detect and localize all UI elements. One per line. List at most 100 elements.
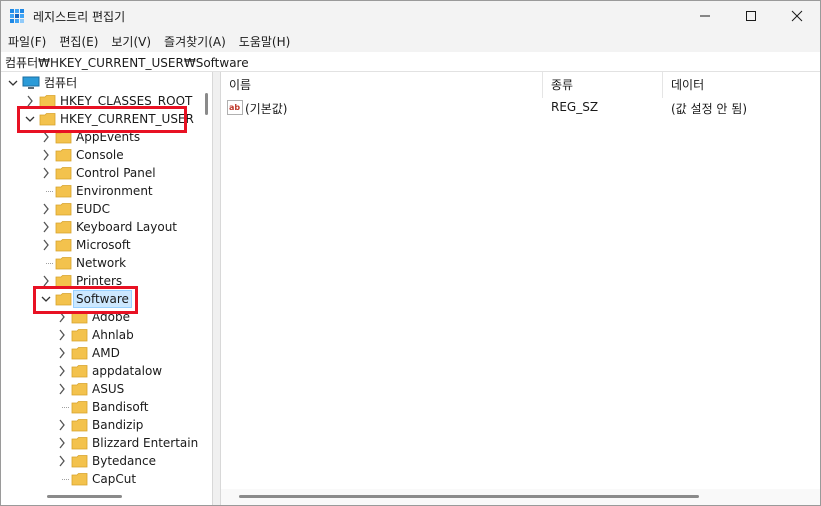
tree-item-computer[interactable]: 컴퓨터: [1, 74, 212, 92]
tree-label: Microsoft: [76, 238, 131, 252]
chevron-right-icon[interactable]: [57, 347, 67, 359]
folder-icon: [55, 203, 72, 216]
highlight-hkey-current-user: [17, 106, 187, 133]
value-type: REG_SZ: [551, 100, 599, 114]
tree-label: Bandisoft: [92, 400, 149, 414]
menu-help[interactable]: 도움말(H): [232, 33, 297, 50]
computer-icon: [22, 76, 40, 89]
registry-editor-app-icon: [10, 9, 24, 23]
chevron-right-icon[interactable]: [41, 221, 51, 233]
tree-item-console[interactable]: Console: [1, 146, 212, 164]
registry-editor-window: 레지스트리 편집기 파일(F) 편집(E) 보기(V) 즐겨찾기(A) 도움말(…: [0, 0, 821, 506]
tree-item-appdatalow[interactable]: appdatalow: [1, 362, 212, 380]
value-name: (기본값): [245, 102, 288, 116]
tree-horizontal-scroll-thumb[interactable]: [47, 495, 122, 498]
column-header-type[interactable]: 종류: [543, 72, 663, 98]
chevron-right-icon[interactable]: [57, 419, 67, 431]
folder-icon: [55, 239, 72, 252]
menu-favorites[interactable]: 즐겨찾기(A): [157, 33, 232, 50]
list-horizontal-scroll-thumb[interactable]: [239, 495, 699, 498]
tree-item-environment[interactable]: Environment: [1, 182, 212, 200]
folder-icon: [55, 149, 72, 162]
tree-label: Console: [76, 148, 124, 162]
folder-icon: [71, 329, 88, 342]
chevron-right-icon[interactable]: [41, 239, 51, 251]
chevron-right-icon[interactable]: [41, 203, 51, 215]
menu-view[interactable]: 보기(V): [104, 33, 157, 50]
menu-bar: 파일(F) 편집(E) 보기(V) 즐겨찾기(A) 도움말(H): [1, 31, 820, 52]
tree-label: Keyboard Layout: [76, 220, 178, 234]
folder-icon: [55, 167, 72, 180]
tree-item-microsoft[interactable]: Microsoft: [1, 236, 212, 254]
chevron-right-icon[interactable]: [57, 455, 67, 467]
tree-item-keyboard-layout[interactable]: Keyboard Layout: [1, 218, 212, 236]
tree-label: ASUS: [92, 382, 125, 396]
tree-item-eudc[interactable]: EUDC: [1, 200, 212, 218]
chevron-right-icon[interactable]: [57, 437, 67, 449]
tree-item-bytedance[interactable]: Bytedance: [1, 452, 212, 470]
tree-item-network[interactable]: Network: [1, 254, 212, 272]
highlight-software: [33, 286, 138, 314]
folder-icon: [55, 257, 72, 270]
menu-file[interactable]: 파일(F): [1, 33, 52, 50]
maximize-button[interactable]: [728, 1, 774, 31]
chevron-right-icon[interactable]: [41, 149, 51, 161]
tree-label: CapCut: [92, 472, 137, 486]
tree-item-bandizip[interactable]: Bandizip: [1, 416, 212, 434]
tree-item-bandisoft[interactable]: Bandisoft: [1, 398, 212, 416]
folder-icon: [71, 347, 88, 360]
tree-label: Blizzard Entertainment: [92, 436, 212, 450]
menu-edit[interactable]: 편집(E): [52, 33, 104, 50]
tree-label: Bytedance: [92, 454, 156, 468]
tree-connector: [62, 407, 69, 408]
chevron-right-icon[interactable]: [41, 167, 51, 179]
folder-icon: [71, 419, 88, 432]
folder-icon: [55, 221, 72, 234]
tree-connector: [46, 263, 53, 264]
column-header-data[interactable]: 데이터: [663, 72, 820, 98]
svg-text:ab: ab: [229, 103, 240, 112]
folder-icon: [71, 437, 88, 450]
folder-icon: [71, 455, 88, 468]
ab-string-icon: ab: [227, 100, 243, 115]
chevron-right-icon[interactable]: [57, 329, 67, 341]
tree-item-blizzard[interactable]: Blizzard Entertainment: [1, 434, 212, 452]
pane-splitter[interactable]: [212, 72, 221, 505]
close-icon: [791, 10, 803, 22]
folder-icon: [71, 383, 88, 396]
value-data: (값 설정 안 됨): [671, 102, 748, 116]
chevron-down-icon[interactable]: [8, 77, 18, 89]
tree-item-asus[interactable]: ASUS: [1, 380, 212, 398]
folder-icon: [71, 365, 88, 378]
minimize-button[interactable]: [682, 1, 728, 31]
tree-item-ahnlab[interactable]: Ahnlab: [1, 326, 212, 344]
tree-vertical-scrollbar[interactable]: [198, 72, 212, 485]
folder-icon: [71, 401, 88, 414]
address-bar[interactable]: 컴퓨터₩HKEY_CURRENT_USER₩Software: [1, 52, 820, 72]
chevron-right-icon[interactable]: [57, 383, 67, 395]
tree-label: Control Panel: [76, 166, 156, 180]
tree-item-amd[interactable]: AMD: [1, 344, 212, 362]
tree-item-control-panel[interactable]: Control Panel: [1, 164, 212, 182]
folder-icon: [55, 185, 72, 198]
list-item[interactable]: ab (기본값) REG_SZ (값 설정 안 됨): [221, 98, 820, 118]
close-button[interactable]: [774, 1, 820, 31]
folder-icon: [71, 473, 88, 486]
tree-connector: [62, 479, 69, 480]
values-list: 이름 종류 데이터 ab (기본값) REG_SZ (값 설정 안 됨): [221, 72, 820, 505]
tree-item-capcut[interactable]: CapCut: [1, 470, 212, 488]
chevron-right-icon[interactable]: [57, 365, 67, 377]
column-header-name[interactable]: 이름: [221, 72, 543, 98]
tree-label: Network: [76, 256, 127, 270]
tree-connector: [46, 191, 53, 192]
maximize-icon: [746, 11, 756, 21]
tree-vertical-scroll-thumb[interactable]: [205, 93, 208, 115]
tree-label: Environment: [76, 184, 153, 198]
title-bar: 레지스트리 편집기: [1, 1, 820, 31]
address-path: 컴퓨터₩HKEY_CURRENT_USER₩Software: [5, 56, 249, 70]
tree-label: appdatalow: [92, 364, 163, 378]
tree-label-computer: 컴퓨터: [44, 76, 78, 90]
tree-label: AMD: [92, 346, 120, 360]
tree-label: Bandizip: [92, 418, 144, 432]
column-header-row: 이름 종류 데이터: [221, 72, 820, 99]
